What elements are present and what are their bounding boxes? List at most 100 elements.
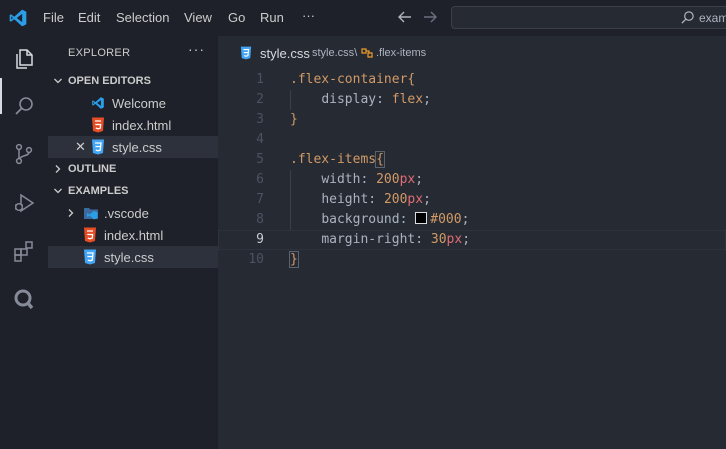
tree-item-file-selected[interactable]: style.css xyxy=(48,246,218,268)
css3-icon xyxy=(84,249,96,265)
explorer-more-actions[interactable]: ··· xyxy=(188,41,205,57)
examples-label: EXAMPLES xyxy=(68,185,129,197)
css-selector: .flex-container xyxy=(290,72,408,87)
tree-item-label: index.html xyxy=(104,228,164,243)
code-line[interactable]: 7 height: 200px; xyxy=(218,190,726,210)
menu-selection[interactable]: Selection xyxy=(116,10,169,25)
color-swatch[interactable] xyxy=(415,212,428,224)
title-bar: File Edit Selection View Go Run ··· exam… xyxy=(0,0,726,36)
activity-bar xyxy=(0,36,48,449)
code-line[interactable]: 6 width: 200px; xyxy=(218,170,726,190)
source-control-icon[interactable] xyxy=(12,142,36,166)
outline-label: OUTLINE xyxy=(68,163,117,175)
line-number: 4 xyxy=(256,132,264,147)
css-value: flex xyxy=(391,92,424,107)
brace-match-highlight: } xyxy=(289,251,299,268)
explorer-files-icon[interactable] xyxy=(12,47,36,71)
open-editors-header[interactable]: OPEN EDITORS xyxy=(48,70,218,92)
tree-item-file[interactable]: index.html xyxy=(48,224,218,246)
code-line[interactable]: 2 display: flex; xyxy=(218,90,726,110)
html5-icon xyxy=(92,117,104,133)
css-selector: .flex-items xyxy=(290,152,377,167)
tree-item-folder[interactable]: .vscode xyxy=(48,202,218,224)
search-icon[interactable] xyxy=(12,94,36,118)
css-property: margin-right xyxy=(321,232,416,247)
code-text: margin-right: 30px; xyxy=(321,232,471,247)
open-editor-label: style.css xyxy=(112,140,162,155)
forward-arrow-icon[interactable] xyxy=(421,8,439,26)
code-text: height: 200px; xyxy=(321,192,431,207)
search-icon xyxy=(681,11,694,24)
code-text: } xyxy=(289,251,299,268)
open-editor-item-active[interactable]: ✕ style.css xyxy=(48,136,218,158)
code-line[interactable]: 1 .flex-container{ xyxy=(218,70,726,90)
css-property: width xyxy=(321,172,361,187)
code-text: background: #000; xyxy=(321,212,470,227)
open-editors-label: OPEN EDITORS xyxy=(68,75,151,87)
css3-icon xyxy=(92,139,104,155)
code-line-current[interactable]: 9 margin-right: 30px; xyxy=(218,230,726,250)
line-number: 7 xyxy=(256,192,264,207)
vscode-logo-icon[interactable] xyxy=(8,8,28,28)
chevron-right-icon xyxy=(55,165,61,173)
code-line[interactable]: 5 .flex-items{ xyxy=(218,150,726,170)
breadcrumb-file[interactable]: style.css\ xyxy=(312,47,357,59)
symbol-class-icon xyxy=(361,48,373,58)
chevron-down-icon xyxy=(54,188,62,194)
css-number: 30 xyxy=(430,232,447,247)
line-number: 6 xyxy=(256,172,264,187)
brace: { xyxy=(407,72,416,87)
code-line[interactable]: 3 } xyxy=(218,110,726,130)
editor-area: style.css style.css\ .flex-items 1 .flex… xyxy=(218,36,726,449)
brace: } xyxy=(290,112,298,127)
command-center-search[interactable]: examples xyxy=(451,6,726,29)
run-debug-icon[interactable] xyxy=(12,191,36,215)
code-line[interactable]: 10 } xyxy=(218,250,726,270)
tree-item-label: style.css xyxy=(104,250,154,265)
open-editor-label: Welcome xyxy=(112,96,166,111)
menu-file[interactable]: File xyxy=(43,10,64,25)
editor-tab-title[interactable]: style.css xyxy=(260,46,310,61)
menu-edit[interactable]: Edit xyxy=(78,10,100,25)
code-text: } xyxy=(290,112,298,127)
menu-view[interactable]: View xyxy=(184,10,212,25)
code-line[interactable]: 8 background: #000; xyxy=(218,210,726,230)
brace-match-highlight: { xyxy=(375,151,385,168)
remote-explorer-icon[interactable] xyxy=(12,287,36,311)
html5-icon xyxy=(84,227,96,243)
editor-tab-breadcrumb: style.css style.css\ .flex-items xyxy=(218,36,726,70)
line-number: 9 xyxy=(256,232,264,247)
line-number: 1 xyxy=(256,72,264,87)
tree-item-label: .vscode xyxy=(104,206,149,221)
code-text: .flex-container{ xyxy=(290,72,415,87)
breadcrumb-file-label: style.css xyxy=(312,47,355,59)
code-text: display: flex; xyxy=(321,92,431,107)
line-number: 2 xyxy=(256,92,264,107)
code-text: width: 200px; xyxy=(321,172,424,187)
breadcrumb-symbol[interactable]: .flex-items xyxy=(376,47,426,59)
css-property: display xyxy=(321,92,377,107)
open-editor-item[interactable]: index.html xyxy=(48,114,218,136)
css-property: background xyxy=(321,212,400,227)
line-number: 10 xyxy=(248,252,264,267)
back-arrow-icon[interactable] xyxy=(396,8,414,26)
css-number: 200 xyxy=(376,172,400,187)
line-number: 8 xyxy=(256,212,264,227)
chevron-right-icon xyxy=(68,209,74,217)
menu-run[interactable]: Run xyxy=(260,10,284,25)
outline-header[interactable]: OUTLINE xyxy=(48,158,218,180)
explorer-sidebar: EXPLORER ··· OPEN EDITORS Welcome index.… xyxy=(48,36,218,449)
close-icon[interactable]: ✕ xyxy=(75,139,86,155)
vscode-icon xyxy=(92,97,104,109)
open-editor-item[interactable]: Welcome xyxy=(48,92,218,114)
examples-header[interactable]: EXAMPLES xyxy=(48,180,218,202)
css-unit: px xyxy=(407,192,424,207)
css-color-value: #000 xyxy=(430,212,462,227)
code-line[interactable]: 4 xyxy=(218,130,726,150)
menu-more[interactable]: ··· xyxy=(302,8,315,23)
chevron-down-icon xyxy=(54,78,62,84)
extensions-icon[interactable] xyxy=(12,239,36,263)
menu-go[interactable]: Go xyxy=(228,10,245,25)
css-unit: px xyxy=(399,172,416,187)
search-placeholder: examples xyxy=(699,11,726,25)
